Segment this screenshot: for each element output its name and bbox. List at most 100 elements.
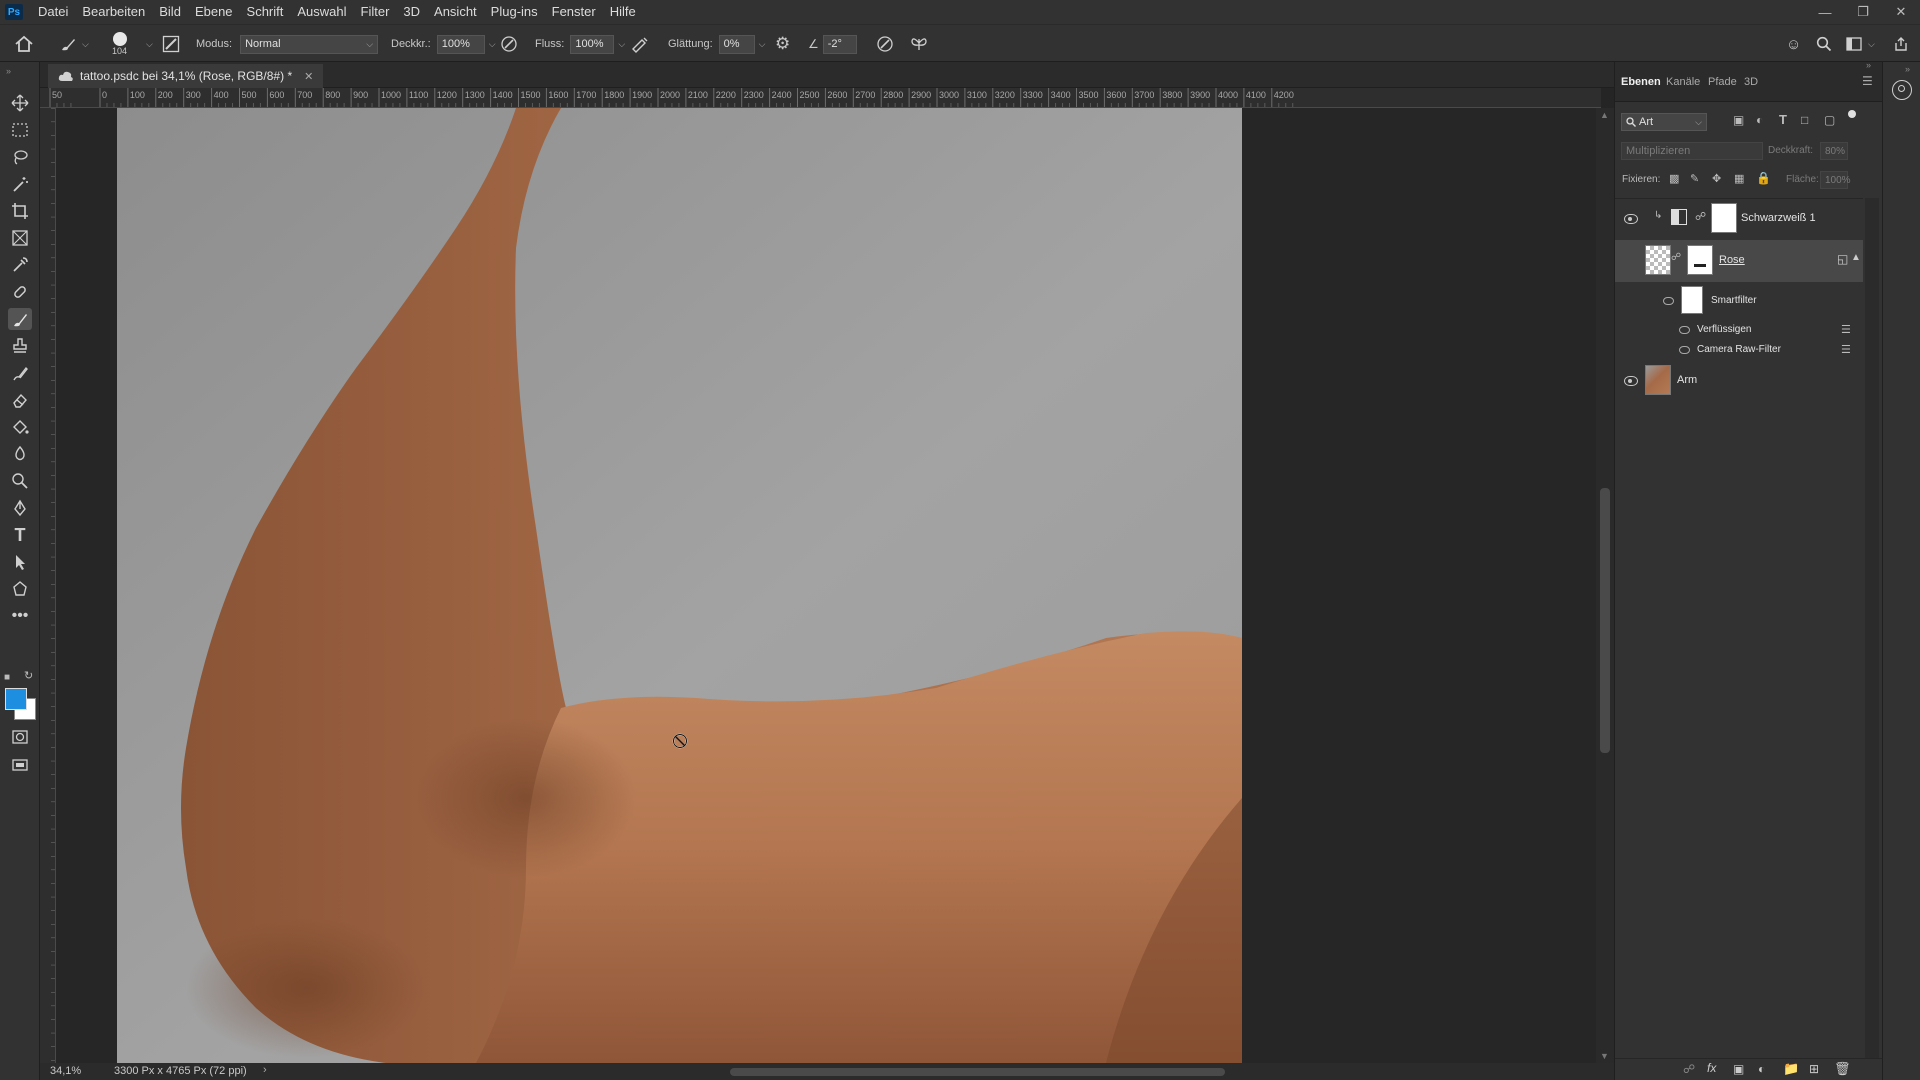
menu-ebene[interactable]: Ebene <box>188 0 240 24</box>
chain-link-icon[interactable]: ☍ <box>1671 252 1681 263</box>
eraser-tool[interactable] <box>8 389 32 411</box>
history-brush-tool[interactable] <box>8 362 32 384</box>
more-tools[interactable]: ••• <box>8 605 32 627</box>
marquee-tool[interactable] <box>8 119 32 141</box>
filter-blending-options-icon[interactable]: ☰ <box>1841 323 1851 336</box>
brush-preset-picker[interactable]: ⌵ <box>58 25 89 63</box>
filter-toggle-icon[interactable] <box>1848 110 1856 118</box>
layer-opacity-input[interactable]: 80% <box>1820 142 1848 160</box>
chevron-down-icon[interactable]: ⌵ <box>759 39 766 50</box>
brush-size-dropdown[interactable]: ⌵ <box>142 25 153 63</box>
symmetry-button[interactable] <box>910 25 928 63</box>
healing-brush-tool[interactable] <box>8 281 32 303</box>
minimize-icon[interactable]: — <box>1806 0 1844 24</box>
layer-name[interactable]: Rose <box>1719 254 1745 266</box>
smudge-tool[interactable] <box>8 443 32 465</box>
menu-plugins[interactable]: Plug-ins <box>484 0 545 24</box>
visibility-eye-icon[interactable] <box>1663 297 1674 305</box>
airbrush-toggle[interactable] <box>630 25 650 63</box>
filter-adjustment-icon[interactable]: ◐ <box>1756 113 1763 127</box>
quick-mask-button[interactable] <box>8 726 32 748</box>
vertical-scrollbar[interactable]: ▲ ▼ <box>1596 108 1614 1063</box>
magic-wand-tool[interactable] <box>8 173 32 195</box>
document-info[interactable]: 3300 Px x 4765 Px (72 ppi) <box>114 1065 247 1077</box>
filter-row-verfluessigen[interactable]: Verflüssigen ☰ <box>1615 320 1863 340</box>
brush-size-picker[interactable]: 104 <box>112 25 127 63</box>
blend-mode-select[interactable]: Normal ⌵ <box>240 34 379 54</box>
visibility-hidden-box[interactable] <box>1624 254 1638 266</box>
filter-row-camera-raw[interactable]: Camera Raw-Filter ☰ <box>1615 340 1863 360</box>
text-tool[interactable]: T <box>8 524 32 546</box>
tab-kanaele[interactable]: Kanäle <box>1666 76 1700 88</box>
brush-tool[interactable] <box>8 308 32 330</box>
tab-pfade[interactable]: Pfade <box>1708 76 1737 88</box>
lock-transparency-icon[interactable]: ▩ <box>1669 172 1679 185</box>
smart-filter-row[interactable]: Smartfilter <box>1615 282 1863 320</box>
lock-all-icon[interactable]: 🔒 <box>1756 171 1771 185</box>
screen-mode-button[interactable] <box>8 754 32 776</box>
layer-mask-thumbnail[interactable] <box>1711 203 1737 233</box>
filter-shape-icon[interactable]: □ <box>1801 113 1808 127</box>
layer-name[interactable]: Schwarzweiß 1 <box>1741 212 1816 224</box>
tab-ebenen[interactable]: Ebenen <box>1621 76 1661 88</box>
collapse-panel-icon[interactable]: » <box>1866 60 1871 70</box>
close-tab-icon[interactable]: ✕ <box>304 70 313 83</box>
brush-angle-input[interactable]: -2° <box>822 34 857 54</box>
flow-input[interactable]: 100% <box>570 34 615 54</box>
swap-colors-icon[interactable]: ↻ <box>24 669 33 682</box>
layer-filter-kind-select[interactable]: Art ⌵ <box>1621 113 1707 131</box>
share-button[interactable] <box>1893 25 1909 63</box>
visibility-eye-icon[interactable] <box>1624 214 1638 224</box>
smoothing-input[interactable]: 0% <box>718 34 755 54</box>
layer-row-arm[interactable]: Arm <box>1615 360 1863 402</box>
clone-stamp-tool[interactable] <box>8 335 32 357</box>
pen-tool[interactable] <box>8 497 32 519</box>
layers-scrollbar[interactable] <box>1865 198 1879 1058</box>
document-image[interactable] <box>56 108 1601 1063</box>
smoothing-options-button[interactable]: ⚙ <box>775 25 790 63</box>
photoshop-logo[interactable]: Ps <box>5 4 23 20</box>
menu-bild[interactable]: Bild <box>152 0 188 24</box>
panel-menu-icon[interactable]: ☰ <box>1862 74 1873 88</box>
collapse-strip-icon[interactable]: » <box>1905 64 1910 74</box>
layer-name[interactable]: Arm <box>1677 374 1697 386</box>
collapse-toolbar-icon[interactable]: » <box>6 66 11 76</box>
filter-blending-options-icon[interactable]: ☰ <box>1841 343 1851 356</box>
menu-ansicht[interactable]: Ansicht <box>427 0 484 24</box>
default-colors-icon[interactable]: ■ <box>4 672 10 683</box>
add-mask-icon[interactable]: ▣ <box>1733 1062 1744 1076</box>
folder-icon[interactable]: 📁 <box>1783 1061 1799 1077</box>
document-tab[interactable]: tattoo.psdc bei 34,1% (Rose, RGB/8#) * ✕ <box>48 64 324 88</box>
path-selection-tool[interactable] <box>8 551 32 573</box>
visibility-eye-icon[interactable] <box>1624 376 1638 386</box>
eyedropper-tool[interactable] <box>8 254 32 276</box>
chevron-down-icon[interactable]: ⌵ <box>618 39 625 50</box>
lasso-tool[interactable] <box>8 146 32 168</box>
menu-auswahl[interactable]: Auswahl <box>290 0 353 24</box>
workspace-switcher[interactable]: ⌵ <box>1846 25 1875 63</box>
menu-fenster[interactable]: Fenster <box>545 0 603 24</box>
menu-3d[interactable]: 3D <box>396 0 427 24</box>
horizontal-scroll-thumb[interactable] <box>730 1068 1225 1076</box>
dodge-tool[interactable] <box>8 470 32 492</box>
scroll-up-icon[interactable]: ▲ <box>1600 110 1609 120</box>
vertical-scroll-thumb[interactable] <box>1600 488 1610 753</box>
crop-tool[interactable] <box>8 200 32 222</box>
status-menu-icon[interactable]: › <box>263 1064 267 1076</box>
search-button[interactable] <box>1816 25 1832 63</box>
chevron-down-icon[interactable]: ⌵ <box>489 39 496 50</box>
layer-mask-thumbnail[interactable] <box>1687 245 1713 275</box>
visibility-eye-icon[interactable] <box>1679 326 1690 334</box>
menu-datei[interactable]: Datei <box>31 0 75 24</box>
tab-3d[interactable]: 3D <box>1744 76 1758 88</box>
close-icon[interactable]: ✕ <box>1882 0 1920 24</box>
layer-row-schwarzweiss[interactable]: ↳ ☍ Schwarzweiß 1 <box>1615 198 1863 240</box>
smart-object-thumbnail[interactable] <box>1645 245 1671 275</box>
move-tool[interactable] <box>8 92 32 114</box>
layer-blend-mode-select[interactable]: Multiplizieren <box>1621 142 1763 160</box>
filter-smartobject-icon[interactable]: ▢ <box>1824 113 1835 127</box>
lock-artboard-icon[interactable]: ▦ <box>1734 172 1744 185</box>
canvas-area[interactable] <box>56 108 1601 1063</box>
pressure-opacity-toggle[interactable] <box>500 25 518 63</box>
lock-pixels-icon[interactable]: ✎ <box>1690 172 1699 185</box>
